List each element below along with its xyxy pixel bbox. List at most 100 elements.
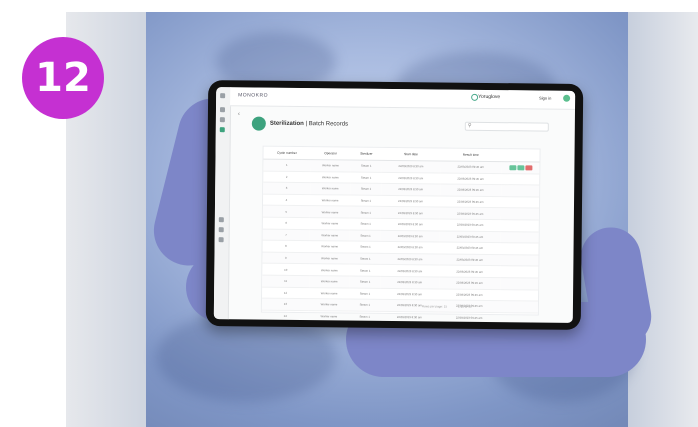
column-header[interactable]: Start date: [381, 147, 441, 161]
table-cell: 22/03/2023 09:45 am: [439, 218, 501, 232]
tablet-screen: MONOKRO Yoruglove Sign in ‹ Sterilizatio…: [213, 87, 576, 323]
column-header[interactable]: Cycle number: [263, 146, 311, 160]
delete-icon[interactable]: [524, 165, 532, 171]
table-cell: Worker name: [309, 229, 351, 242]
column-header[interactable]: Result time: [439, 148, 502, 162]
table-cell: Worker name: [309, 240, 350, 253]
row-actions: [500, 289, 539, 302]
table-cell: Steam 1: [349, 252, 381, 265]
table-cell: 22/03/2023 8:30 am: [381, 206, 440, 219]
table-cell: 22/03/2023 09:45 am: [438, 265, 501, 278]
table-cell: Steam 1: [350, 160, 382, 172]
table-cell: 22/03/2023 09:45 am: [438, 276, 501, 290]
tablet-device: MONOKRO Yoruglove Sign in ‹ Sterilizatio…: [205, 80, 584, 330]
batch-records-card: Cycle number Operator Sterilizer Start date…: [260, 145, 541, 323]
table-cell: 22/03/2023 8:30 am: [381, 195, 440, 208]
table-cell: Worker name: [309, 182, 351, 195]
table-cell: Steam 1: [349, 229, 382, 242]
table-cell: 5: [262, 205, 310, 218]
brand-logo: MONOKRO: [238, 92, 269, 99]
search-nav-icon[interactable]: [219, 117, 225, 123]
logout-icon[interactable]: [218, 237, 224, 243]
menu-icon[interactable]: [220, 93, 226, 99]
sterilization-header-icon: [251, 116, 266, 131]
chevron-left-icon[interactable]: ‹: [238, 111, 240, 117]
table-cell: Worker name: [308, 287, 350, 300]
table-cell: 22/03/2023 09:45 am: [438, 253, 501, 266]
table-cell: 8: [262, 240, 310, 253]
table-cell: Steam 1: [349, 310, 381, 323]
table-cell: Steam 1: [349, 264, 381, 277]
row-actions: [501, 184, 540, 197]
table-cell: Worker name: [308, 321, 350, 323]
table-cell: 22/03/2023 8:30 am: [381, 183, 440, 196]
table-body: 1 Worker name Steam 1 22/03/2023 8:30 am 22/…: [261, 159, 540, 323]
table-cell: 3: [263, 182, 311, 195]
table-cell: 9: [262, 251, 310, 264]
table-cell: Worker name: [308, 275, 350, 288]
edit-icon[interactable]: [516, 165, 524, 171]
avatar[interactable]: [563, 94, 571, 102]
row-actions: [500, 254, 539, 267]
column-header[interactable]: Sterilizer: [350, 147, 383, 161]
table-cell: 6: [262, 217, 310, 230]
row-actions: [499, 300, 539, 313]
table-cell: Steam 1: [348, 322, 381, 323]
table-cell: Steam 1: [349, 287, 381, 300]
help-icon[interactable]: [218, 227, 224, 233]
table-cell: 22/03/2023 8:30 am: [380, 287, 439, 301]
page-title-sub: | Batch Records: [305, 121, 349, 128]
table-cell: Worker name: [309, 205, 351, 219]
table-cell: 22/03/2023 09:45 am: [439, 160, 502, 174]
row-actions: [500, 231, 539, 244]
row-actions: [500, 219, 539, 232]
row-actions: [500, 196, 540, 209]
sterilization-nav-icon[interactable]: [219, 127, 225, 133]
column-header[interactable]: Operator: [310, 147, 351, 161]
search-icon: ⚲: [467, 122, 472, 129]
row-actions: [500, 265, 539, 278]
row-actions: [500, 242, 539, 255]
table-cell: 7: [262, 228, 310, 241]
table-cell: 22/03/2023 8:30 am: [380, 241, 440, 254]
table-cell: 22/03/2023 8:30 am: [380, 311, 439, 323]
rows-per-page-select[interactable]: Rows per page: 15: [422, 304, 447, 308]
table-cell: 12: [262, 286, 309, 299]
table-row[interactable]: 14 Worker name Steam 1 22/03/2023 8:30 am 22…: [261, 309, 538, 323]
actions-column-header: [501, 149, 540, 163]
sign-in-link[interactable]: Sign in: [539, 96, 551, 101]
table-cell: Worker name: [309, 263, 350, 276]
table-cell: Steam 1: [349, 275, 381, 288]
page-title: Sterilization | Batch Records: [270, 121, 348, 128]
table-cell: 22/03/2023 09:45 am: [439, 242, 501, 255]
table-cell: 14: [261, 309, 309, 322]
sidebar-rail: [213, 87, 232, 320]
table-cell: 22/03/2023 8:30 am: [380, 253, 440, 266]
search-input[interactable]: ⚲: [464, 121, 549, 132]
row-actions: [499, 312, 538, 323]
table-cell: Steam 1: [350, 206, 382, 219]
table-cell: Steam 1: [350, 171, 382, 184]
table-cell: Worker name: [308, 310, 350, 323]
table-cell: 22/03/2023 09:45 am: [438, 288, 501, 301]
table-cell: 2: [263, 170, 311, 183]
step-number-badge: 12: [22, 37, 104, 119]
row-actions: [501, 161, 540, 174]
view-icon[interactable]: [508, 164, 516, 171]
user-name[interactable]: Yoruglove: [478, 94, 500, 100]
table-cell: 22/03/2023 09:45 am: [439, 195, 502, 208]
table-cell: 11: [262, 275, 310, 288]
table-cell: Worker name: [309, 252, 350, 265]
pagination: Rows per page: 15 1-15 of 45: [422, 304, 482, 309]
user-icon: [471, 93, 479, 101]
background-wall-right: [628, 12, 698, 427]
table-cell: Worker name: [308, 298, 350, 311]
table-cell: 10: [262, 263, 310, 276]
batch-records-table: Cycle number Operator Sterilizer Start date…: [261, 146, 540, 323]
table-cell: Steam 1: [349, 299, 381, 312]
table-cell: Worker name: [310, 171, 351, 184]
settings-icon[interactable]: [218, 217, 224, 223]
table-cell: 22/03/2023 8:30 am: [381, 229, 440, 243]
home-icon[interactable]: [219, 107, 226, 113]
row-actions: [500, 207, 539, 220]
